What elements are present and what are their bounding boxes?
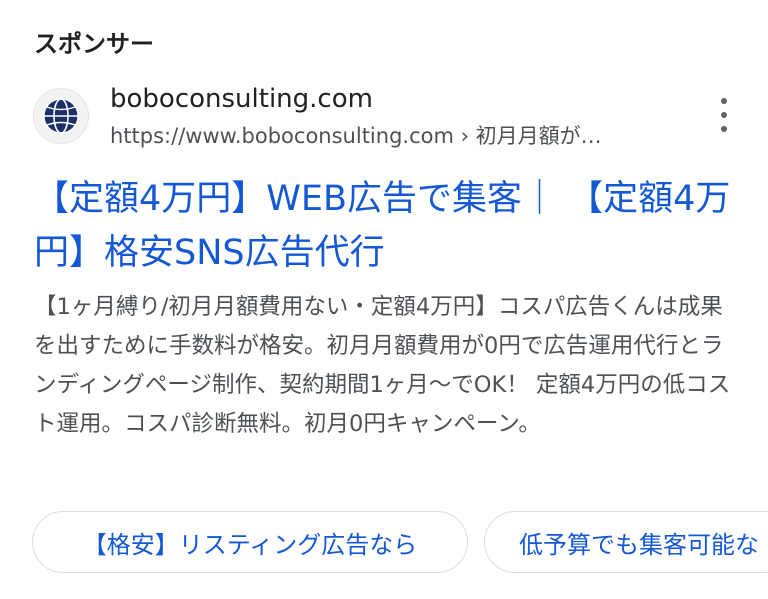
sitelink-chips: 【格安】リスティング広告なら 低予算でも集客可能な [32,511,768,573]
menu-dot [721,126,727,132]
menu-dot [721,98,727,104]
ad-description: 【1ヶ月縛り/初月月額費用ない・定額4万円】コスパ広告くんは成果を出すために手数… [34,294,731,437]
menu-dot [721,112,727,118]
site-name[interactable]: boboconsulting.com [110,84,373,114]
sitelink-chip-low-budget[interactable]: 低予算でも集客可能な [484,511,768,573]
more-vert-icon[interactable] [712,98,736,132]
site-url-breadcrumb[interactable]: https://www.boboconsulting.com › 初月月額が… [110,120,700,150]
sitelink-chip-cheap-listing[interactable]: 【格安】リスティング広告なら [32,511,468,573]
ad-headline-link[interactable]: 【定額4万円】WEB広告で集客｜ 【定額4万円】格安SNS広告代行 [34,172,734,280]
site-favicon[interactable] [33,88,89,144]
sponsored-label: スポンサー [34,30,154,58]
globe-icon [43,98,79,134]
search-result-page: スポンサー boboconsulting.com https://www.bob… [0,0,768,599]
